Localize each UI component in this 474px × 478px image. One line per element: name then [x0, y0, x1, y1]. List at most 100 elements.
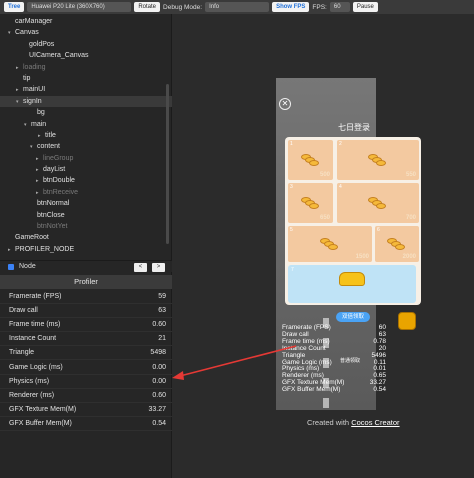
- pause-button[interactable]: Pause: [352, 2, 378, 12]
- arrow-head: [172, 371, 184, 380]
- profiler-row: Framerate (FPS) 59: [0, 290, 172, 305]
- show-fps-button[interactable]: Show FPS: [272, 2, 310, 12]
- coin-icon: [395, 244, 405, 250]
- node-header: Node < >: [0, 260, 172, 272]
- tree-item-label: carManager: [15, 18, 53, 25]
- tree-item[interactable]: ▸ dayList: [0, 164, 172, 175]
- tree-item-label: btnNormal: [37, 200, 70, 208]
- tree-item[interactable]: ▾ main: [0, 119, 172, 130]
- tree-item-label: main: [31, 120, 47, 128]
- node-tree: carManager ▾ Canvas goldPos UICamera_Canvas ▸…: [0, 16, 172, 258]
- profiler-value: 33.27: [148, 405, 166, 413]
- tree-item[interactable]: ▸ btnReceive: [0, 187, 172, 198]
- fps-label: FPS:: [312, 3, 327, 11]
- cocos-creator-link[interactable]: Cocos Creator: [351, 418, 399, 427]
- tree-item-label: lineGroup: [43, 154, 74, 162]
- day-card[interactable]: 6 2000: [375, 226, 419, 262]
- overlay-stat-row: GFX Buffer Mem(M) 0.54: [282, 386, 386, 394]
- dialog-close-button[interactable]: ✕: [279, 98, 291, 110]
- tree-item[interactable]: ▸ btnDouble: [0, 175, 172, 186]
- tree-item[interactable]: carManager: [0, 16, 172, 27]
- profiler-label: GFX Buffer Mem(M): [9, 419, 72, 427]
- device-select[interactable]: Huawei P20 Lite (360X760): [27, 2, 132, 12]
- tree-item[interactable]: ▸ mainUI: [0, 84, 172, 95]
- profiler-table: Framerate (FPS) 59 Draw call 63 Frame time (…: [0, 290, 172, 431]
- coin-icon: [308, 203, 319, 209]
- tree-item[interactable]: goldPos: [0, 39, 172, 50]
- reward-amount: 650: [319, 215, 330, 221]
- created-with-text: Created with: [307, 418, 350, 427]
- double-claim-button[interactable]: 双倍领取: [336, 312, 370, 322]
- tree-item-label: tip: [23, 74, 31, 82]
- tree-item[interactable]: ▾ content: [0, 141, 172, 152]
- side-game-button[interactable]: [398, 312, 416, 330]
- profiler-label: Draw call: [9, 307, 38, 315]
- profiler-value: 0.00: [152, 377, 166, 385]
- coin-icon: [376, 203, 386, 209]
- tree-item-label: bg: [37, 109, 45, 117]
- day-num: 1: [290, 141, 293, 147]
- profiler-row: GFX Texture Mem(M) 33.27: [0, 403, 172, 417]
- node-prev-button[interactable]: <: [134, 263, 147, 272]
- tree-item[interactable]: tip: [0, 73, 172, 84]
- tree-item[interactable]: ▸ PROFILER_NODE: [0, 244, 172, 255]
- reward-amount: 1500: [355, 254, 369, 260]
- profiler-value: 0.00: [152, 363, 166, 371]
- rotate-button[interactable]: Rotate: [134, 2, 161, 12]
- tree-item-label: Canvas: [15, 29, 39, 37]
- tree-item[interactable]: UICamera_Canvas: [0, 50, 172, 61]
- tree-item[interactable]: btnClose: [0, 210, 172, 221]
- node-label: Node: [19, 263, 36, 270]
- tree-item[interactable]: GameRoot: [0, 232, 172, 243]
- day-card[interactable]: 2 550: [337, 140, 419, 180]
- tree-item[interactable]: btnNotYet: [0, 221, 172, 232]
- expand-right-icon[interactable]: ▸: [8, 245, 15, 256]
- profiler-row: Draw call 63: [0, 304, 172, 319]
- tree-item[interactable]: ▸ loading: [0, 62, 172, 73]
- tree-item[interactable]: bg: [0, 107, 172, 118]
- day-num: 5: [290, 227, 293, 233]
- node-next-button[interactable]: >: [152, 263, 165, 272]
- tree-item[interactable]: ▸ title: [0, 130, 172, 141]
- game-profiler-overlay: Framerate (FPS) 60 Draw call 63 Frame time (…: [282, 324, 386, 394]
- day-card[interactable]: 3 650: [288, 183, 333, 223]
- car-reward-icon: [339, 272, 365, 286]
- tree-scrollbar[interactable]: [166, 84, 169, 244]
- profiler-value: 0.60: [152, 391, 166, 399]
- toolbar: Tree Huawei P20 Lite (360X760) Rotate De…: [0, 0, 474, 14]
- tree-item-label: GameRoot: [15, 234, 49, 242]
- day7-num: 7: [291, 267, 294, 273]
- profiler-value: 59: [158, 293, 166, 301]
- tree-item-label: mainUI: [23, 86, 46, 94]
- profiler-row: Instance Count 21: [0, 332, 172, 347]
- profiler-label: Physics (ms): [9, 377, 50, 385]
- tree-item[interactable]: ▾ signIn: [0, 95, 172, 108]
- profiler-row: Game Logic (ms) 0.00: [0, 360, 172, 375]
- tree-item[interactable]: ▸ lineGroup: [0, 153, 172, 164]
- tree-item-label: loading: [23, 63, 46, 71]
- day-card[interactable]: 5 1500: [288, 226, 372, 262]
- tree-item-label: PROFILER_NODE: [15, 245, 75, 253]
- footer-credit: Created with Cocos Creator: [307, 418, 400, 427]
- day-card[interactable]: 1 500: [288, 140, 333, 180]
- tree-item-label: btnClose: [37, 211, 65, 219]
- day-num: 3: [290, 184, 293, 190]
- debug-mode-label: Debug Mode:: [163, 3, 203, 11]
- debug-mode-select[interactable]: Info: [205, 2, 270, 12]
- fps-input[interactable]: 60: [329, 2, 350, 12]
- tree-item-label: btnDouble: [43, 177, 75, 185]
- profiler-value: 5498: [150, 349, 166, 357]
- profiler-value: 63: [158, 307, 166, 315]
- normal-claim-button[interactable]: 普通领取: [340, 357, 360, 364]
- tree-toggle-button[interactable]: Tree: [4, 2, 25, 12]
- reward-amount: 2000: [402, 254, 416, 260]
- day-card[interactable]: 4 700: [337, 183, 419, 223]
- tree-item[interactable]: btnNormal: [0, 198, 172, 209]
- tree-item[interactable]: ▾ Canvas: [0, 27, 172, 38]
- coin-icon: [328, 244, 338, 250]
- node-active-checkbox[interactable]: [8, 263, 14, 270]
- profiler-row: Physics (ms) 0.00: [0, 375, 172, 389]
- profiler-row: Frame time (ms) 0.60: [0, 318, 172, 333]
- profiler-label: Game Logic (ms): [9, 363, 63, 371]
- profiler-value: 21: [158, 335, 166, 343]
